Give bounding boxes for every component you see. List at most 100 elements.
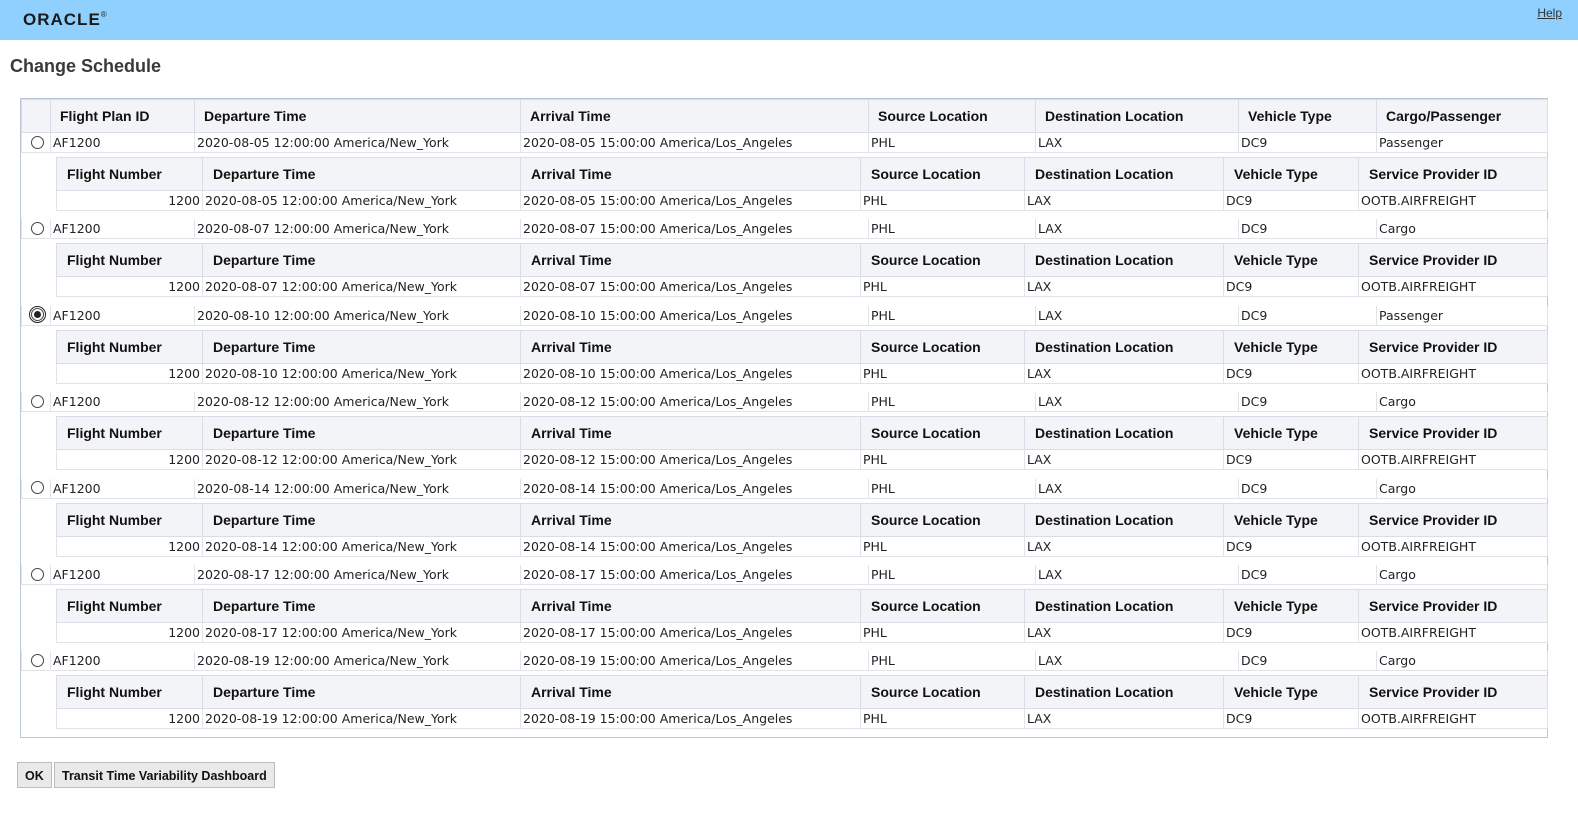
flight-plan-row[interactable]: AF1200 2020-08-14 12:00:00 America/New_Y… bbox=[21, 478, 1548, 499]
flight-plan-row[interactable]: AF1200 2020-08-12 12:00:00 America/New_Y… bbox=[21, 392, 1548, 413]
column-header: Departure Time bbox=[202, 329, 521, 364]
flight-plan-row[interactable]: AF1200 2020-08-19 12:00:00 America/New_Y… bbox=[21, 651, 1548, 672]
departure-cell: 2020-08-07 12:00:00 America/New_York bbox=[202, 276, 521, 298]
help-link[interactable]: Help bbox=[1537, 6, 1562, 20]
flight-plan-row[interactable]: AF1200 2020-08-17 12:00:00 America/New_Y… bbox=[21, 565, 1548, 585]
destination-cell: LAX bbox=[1035, 133, 1239, 153]
cargo-passenger-cell: Cargo bbox=[1376, 478, 1548, 499]
plan-id-cell: AF1200 bbox=[50, 219, 195, 240]
plan-radio[interactable] bbox=[31, 481, 44, 495]
column-header: Flight Number bbox=[56, 502, 203, 537]
service-provider-cell: OOTB.AIRFREIGHT bbox=[1358, 535, 1548, 557]
flight-plan-row[interactable]: AF1200 2020-08-07 12:00:00 America/New_Y… bbox=[21, 219, 1548, 240]
column-header: Source Location bbox=[860, 589, 1025, 623]
source-cell: PHL bbox=[868, 651, 1036, 672]
vehicle-cell: DC9 bbox=[1223, 622, 1359, 643]
source-cell: PHL bbox=[868, 305, 1036, 326]
plan-id-cell: AF1200 bbox=[50, 478, 195, 499]
plan-radio[interactable] bbox=[29, 306, 46, 324]
select-cell[interactable] bbox=[21, 565, 51, 585]
plan-radio[interactable] bbox=[31, 221, 44, 235]
oracle-logo: ORACLE® bbox=[23, 10, 108, 29]
column-header: Vehicle Type bbox=[1223, 502, 1359, 537]
column-header: Vehicle Type bbox=[1238, 99, 1377, 133]
vehicle-cell: DC9 bbox=[1223, 276, 1359, 298]
source-cell: PHL bbox=[868, 219, 1036, 240]
flight-header-row: Flight Number Departure Time Arrival Time S… bbox=[56, 416, 1548, 451]
column-header: Arrival Time bbox=[520, 243, 861, 278]
arrival-cell: 2020-08-19 15:00:00 America/Los_Angeles bbox=[520, 651, 869, 672]
column-header: Service Provider ID bbox=[1358, 416, 1548, 451]
column-header: Vehicle Type bbox=[1223, 416, 1359, 451]
cargo-passenger-cell: Passenger bbox=[1376, 305, 1548, 326]
service-provider-cell: OOTB.AIRFREIGHT bbox=[1358, 276, 1548, 298]
flight-plan-row[interactable]: AF1200 2020-08-05 12:00:00 America/New_Y… bbox=[21, 133, 1548, 153]
arrival-cell: 2020-08-19 15:00:00 America/Los_Angeles bbox=[520, 708, 861, 730]
source-cell: PHL bbox=[860, 449, 1025, 471]
select-cell[interactable] bbox=[21, 392, 51, 413]
departure-cell: 2020-08-14 12:00:00 America/New_York bbox=[194, 478, 521, 499]
plan-id-cell: AF1200 bbox=[50, 565, 195, 585]
vehicle-cell: DC9 bbox=[1238, 305, 1377, 326]
column-header: Source Location bbox=[860, 675, 1025, 710]
flight-row: 1200 2020-08-14 12:00:00 America/New_Yor… bbox=[56, 535, 1548, 557]
destination-cell: LAX bbox=[1035, 565, 1239, 585]
column-header: Flight Number bbox=[56, 243, 203, 278]
destination-cell: LAX bbox=[1024, 449, 1224, 471]
vehicle-cell: DC9 bbox=[1238, 219, 1377, 240]
cargo-passenger-cell: Cargo bbox=[1376, 219, 1548, 240]
plan-radio[interactable] bbox=[31, 394, 44, 408]
vehicle-cell: DC9 bbox=[1223, 708, 1359, 730]
service-provider-cell: OOTB.AIRFREIGHT bbox=[1358, 362, 1548, 384]
column-header: Flight Number bbox=[56, 589, 203, 623]
column-header: Flight Number bbox=[56, 416, 203, 451]
page-title: Change Schedule bbox=[10, 56, 162, 76]
service-provider-cell: OOTB.AIRFREIGHT bbox=[1358, 622, 1548, 643]
select-cell[interactable] bbox=[21, 478, 51, 499]
column-header: Arrival Time bbox=[520, 329, 861, 364]
column-header: Departure Time bbox=[202, 502, 521, 537]
arrival-cell: 2020-08-07 15:00:00 America/Los_Angeles bbox=[520, 276, 861, 298]
vehicle-cell: DC9 bbox=[1238, 478, 1377, 499]
flight-row: 1200 2020-08-17 12:00:00 America/New_Yor… bbox=[56, 622, 1548, 643]
column-header: Destination Location bbox=[1024, 502, 1224, 537]
destination-cell: LAX bbox=[1035, 392, 1239, 413]
service-provider-cell: OOTB.AIRFREIGHT bbox=[1358, 190, 1548, 211]
arrival-cell: 2020-08-05 15:00:00 America/Los_Angeles bbox=[520, 190, 861, 211]
plan-radio[interactable] bbox=[31, 135, 44, 149]
column-header: Destination Location bbox=[1024, 589, 1224, 623]
vehicle-cell: DC9 bbox=[1238, 392, 1377, 413]
select-cell[interactable] bbox=[21, 651, 51, 672]
flight-header-row: Flight Number Departure Time Arrival Time S… bbox=[56, 243, 1548, 278]
arrival-cell: 2020-08-14 15:00:00 America/Los_Angeles bbox=[520, 478, 869, 499]
destination-cell: LAX bbox=[1035, 651, 1239, 672]
column-header: Source Location bbox=[868, 99, 1036, 133]
flight-detail-table: Flight Number Departure Time Arrival Time S… bbox=[56, 675, 1548, 730]
vehicle-cell: DC9 bbox=[1223, 190, 1359, 211]
source-cell: PHL bbox=[860, 362, 1025, 384]
column-header: Arrival Time bbox=[520, 157, 861, 191]
flight-plan-row[interactable]: AF1200 2020-08-10 12:00:00 America/New_Y… bbox=[21, 305, 1548, 326]
column-header: Arrival Time bbox=[520, 589, 861, 623]
flight-header-row: Flight Number Departure Time Arrival Time S… bbox=[56, 157, 1548, 191]
ok-button[interactable]: OK bbox=[17, 762, 52, 788]
column-header: Destination Location bbox=[1035, 99, 1239, 133]
select-cell[interactable] bbox=[21, 133, 51, 153]
column-header: Destination Location bbox=[1024, 243, 1224, 278]
plan-radio[interactable] bbox=[31, 567, 44, 581]
column-header: Service Provider ID bbox=[1358, 243, 1548, 278]
cargo-passenger-cell: Cargo bbox=[1376, 392, 1548, 413]
column-header: Arrival Time bbox=[520, 416, 861, 451]
column-header: Departure Time bbox=[202, 243, 521, 278]
plan-radio[interactable] bbox=[31, 653, 44, 667]
column-header: Vehicle Type bbox=[1223, 157, 1359, 191]
select-cell[interactable] bbox=[21, 305, 51, 326]
source-cell: PHL bbox=[868, 133, 1036, 153]
column-header: Service Provider ID bbox=[1358, 157, 1548, 191]
flight-row: 1200 2020-08-10 12:00:00 America/New_Yor… bbox=[56, 362, 1548, 384]
flight-detail-table: Flight Number Departure Time Arrival Time S… bbox=[56, 157, 1548, 211]
departure-cell: 2020-08-05 12:00:00 America/New_York bbox=[202, 190, 521, 211]
transit-dashboard-button[interactable]: Transit Time Variability Dashboard bbox=[54, 762, 275, 788]
select-cell[interactable] bbox=[21, 219, 51, 240]
column-header: Service Provider ID bbox=[1358, 589, 1548, 623]
